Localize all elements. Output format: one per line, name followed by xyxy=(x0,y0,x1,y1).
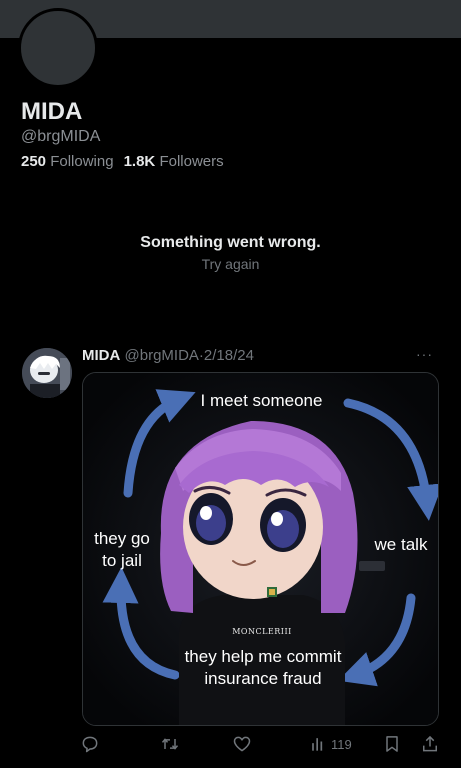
heart-icon xyxy=(233,736,251,752)
repost-button[interactable] xyxy=(160,734,180,754)
tweet-action-bar: 119 xyxy=(80,734,440,756)
more-options-icon[interactable]: ··· xyxy=(416,346,433,362)
following-link[interactable]: 250 Following xyxy=(21,153,114,170)
views-count: 119 xyxy=(331,736,352,752)
views-button[interactable]: 119 xyxy=(308,734,352,754)
tweet-author-handle[interactable]: @brgMIDA xyxy=(125,347,199,364)
tweet-header: MIDA @brgMIDA·2/18/24 xyxy=(82,347,254,364)
profile-avatar[interactable] xyxy=(18,8,98,88)
tweet-author-name[interactable]: MIDA xyxy=(82,347,120,364)
bookmark-icon xyxy=(386,736,398,752)
profile-display-name: MIDA xyxy=(21,98,83,125)
reply-icon xyxy=(82,736,98,753)
bookmark-button[interactable] xyxy=(382,734,402,754)
reply-button[interactable] xyxy=(80,734,100,754)
profile-handle: @brgMIDA xyxy=(21,128,101,145)
tweet-image[interactable]: I meet someone they go to jail we talk t… xyxy=(82,372,439,726)
tweet-date[interactable]: 2/18/24 xyxy=(204,347,254,364)
tweet-author-avatar[interactable] xyxy=(22,348,72,398)
like-button[interactable] xyxy=(232,734,252,754)
meme-text-right: we talk xyxy=(374,535,428,554)
share-icon xyxy=(423,735,437,752)
profile-stats: 250 Following 1.8K Followers xyxy=(21,153,224,170)
share-button[interactable] xyxy=(420,734,440,754)
try-again-link[interactable]: Try again xyxy=(0,256,461,272)
error-message: Something went wrong. xyxy=(140,234,321,251)
followers-link[interactable]: 1.8K Followers xyxy=(124,153,224,170)
meme-text-bottom: they help me commit insurance fraud xyxy=(184,647,342,689)
meme-text-left: they go to jail xyxy=(94,529,150,571)
repost-icon xyxy=(161,738,179,750)
shirt-logo-text: MONCLERIII xyxy=(232,627,292,636)
analytics-icon xyxy=(312,738,323,751)
meme-text-top: I meet someone xyxy=(200,391,323,410)
